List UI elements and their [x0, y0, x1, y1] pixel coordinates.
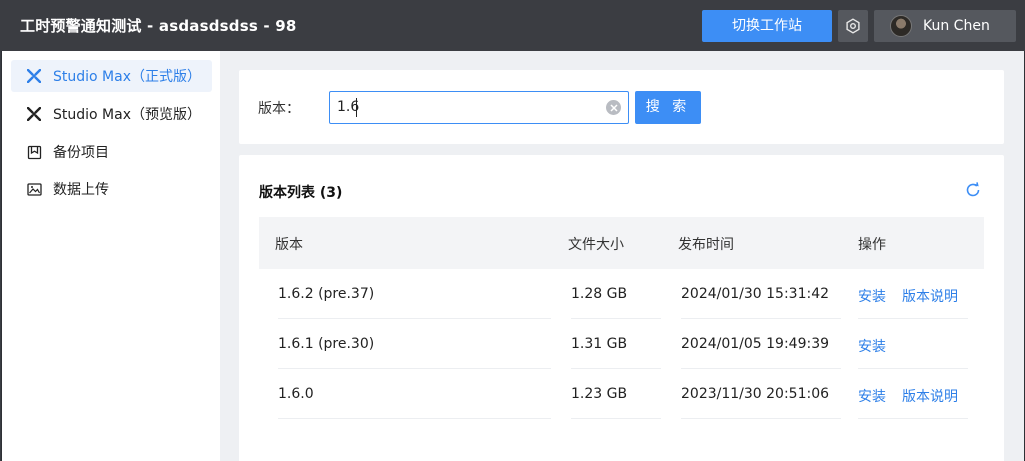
- sidebar-item-studio-max-release[interactable]: Studio Max（正式版）: [11, 60, 212, 92]
- table-row: 1.6.2 (pre.37) 1.28 GB 2024/01/30 15:31:…: [259, 269, 984, 319]
- settings-button[interactable]: [838, 10, 868, 42]
- version-cell: 1.6.2 (pre.37): [278, 286, 375, 302]
- user-menu-button[interactable]: Kun Chen: [874, 10, 1016, 42]
- row-divider: [278, 418, 551, 419]
- table-row: 1.6.1 (pre.30) 1.31 GB 2024/01/05 19:49:…: [259, 319, 984, 369]
- column-header-file-size: 文件大小: [568, 237, 624, 253]
- version-list-panel: 版本列表 (3) 版本 文件大小 发布时间 操作 1.6.2 (pre.37) …: [239, 155, 1004, 461]
- column-header-version: 版本: [275, 237, 303, 253]
- top-bar: 工时预警通知测试 - asdasdsdss - 98 切换工作站 Kun Che…: [0, 0, 1025, 51]
- install-link[interactable]: 安装: [858, 336, 886, 356]
- version-list-title: 版本列表 (3): [259, 185, 343, 201]
- release-time-cell: 2024/01/05 19:49:39: [681, 336, 830, 352]
- release-notes-link[interactable]: 版本说明: [902, 286, 958, 306]
- sidebar-item-label: Studio Max（正式版）: [53, 69, 201, 85]
- file-size-cell: 1.28 GB: [571, 286, 628, 302]
- version-cell: 1.6.0: [278, 386, 314, 402]
- sidebar: Studio Max（正式版） Studio Max（预览版） 备份项目 数据上…: [1, 51, 220, 461]
- install-link[interactable]: 安装: [858, 386, 886, 406]
- close-icon: [609, 103, 618, 112]
- row-divider: [858, 418, 968, 419]
- sidebar-item-label: Studio Max（预览版）: [53, 107, 201, 123]
- release-notes-link[interactable]: 版本说明: [902, 386, 958, 406]
- sidebar-item-backup[interactable]: 备份项目: [11, 136, 212, 168]
- clear-input-button[interactable]: [606, 100, 621, 115]
- avatar: [890, 15, 912, 37]
- studio-max-icon: [26, 68, 42, 84]
- text-cursor: [356, 98, 357, 117]
- refresh-icon[interactable]: [964, 181, 982, 199]
- column-header-actions: 操作: [858, 237, 886, 253]
- search-button[interactable]: 搜 索: [635, 91, 701, 124]
- row-divider: [681, 418, 841, 419]
- version-label: 版本：: [258, 101, 300, 117]
- file-size-cell: 1.31 GB: [571, 336, 628, 352]
- switch-workstation-button[interactable]: 切换工作站: [702, 10, 832, 42]
- row-divider: [571, 418, 661, 419]
- sidebar-item-data-upload[interactable]: 数据上传: [11, 173, 212, 205]
- sidebar-item-studio-max-preview[interactable]: Studio Max（预览版）: [11, 98, 212, 130]
- table-header: 版本 文件大小 发布时间 操作: [259, 217, 984, 269]
- version-table: 版本 文件大小 发布时间 操作 1.6.2 (pre.37) 1.28 GB 2…: [259, 217, 984, 419]
- upload-icon: [26, 181, 42, 197]
- install-link[interactable]: 安装: [858, 286, 886, 306]
- backup-icon: [26, 144, 42, 160]
- studio-max-icon: [26, 106, 42, 122]
- app-window: 工时预警通知测试 - asdasdsdss - 98 切换工作站 Kun Che…: [0, 0, 1025, 461]
- version-cell: 1.6.1 (pre.30): [278, 336, 375, 352]
- search-panel: 版本： 1.6 搜 索: [239, 70, 1004, 144]
- sidebar-item-label: 数据上传: [53, 182, 109, 198]
- release-time-cell: 2023/11/30 20:51:06: [681, 386, 830, 402]
- column-header-release-time: 发布时间: [678, 237, 734, 253]
- gear-icon: [846, 18, 860, 34]
- sidebar-item-label: 备份项目: [53, 145, 109, 161]
- user-name: Kun Chen: [923, 18, 990, 34]
- main-content: 版本： 1.6 搜 索 版本列表 (3) 版本 文件大小 发布时间 操作 1.6…: [220, 51, 1025, 461]
- file-size-cell: 1.23 GB: [571, 386, 628, 402]
- table-row: 1.6.0 1.23 GB 2023/11/30 20:51:06 安装 版本说…: [259, 369, 984, 419]
- release-time-cell: 2024/01/30 15:31:42: [681, 286, 830, 302]
- version-search-input[interactable]: 1.6: [329, 91, 629, 124]
- app-title: 工时预警通知测试 - asdasdsdss - 98: [20, 17, 297, 35]
